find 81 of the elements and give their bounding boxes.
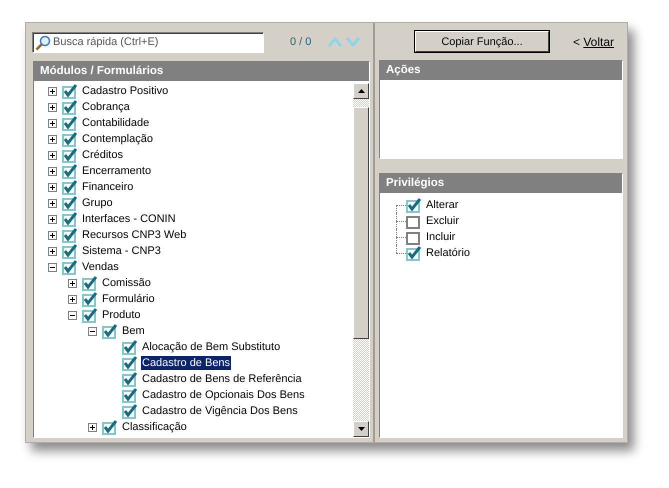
tree-item[interactable]: Encerramento bbox=[81, 164, 152, 178]
checkbox[interactable] bbox=[62, 228, 78, 242]
checkbox[interactable] bbox=[102, 324, 118, 338]
checkbox[interactable] bbox=[82, 308, 98, 322]
tree-item[interactable]: Grupo bbox=[81, 196, 114, 210]
tree-item[interactable]: Alocação de Bem Substituto bbox=[141, 340, 282, 354]
scroll-up-button[interactable] bbox=[353, 83, 369, 99]
expander-icon[interactable] bbox=[48, 230, 57, 240]
panel-header: Privilégios bbox=[380, 174, 622, 193]
tree-item[interactable]: Bem bbox=[121, 324, 146, 338]
tree-item[interactable]: Comissão bbox=[101, 276, 152, 290]
expander-icon[interactable] bbox=[48, 150, 57, 160]
tree-item[interactable]: Sistema - CNP3 bbox=[81, 244, 162, 258]
checkbox[interactable] bbox=[62, 84, 78, 98]
checkbox[interactable] bbox=[122, 404, 138, 418]
scrollbar-thumb[interactable] bbox=[353, 107, 369, 339]
checkbox[interactable] bbox=[62, 164, 78, 178]
privilege-label: Incluir bbox=[425, 230, 456, 244]
tree-item[interactable]: Cadastro de Bens de Referência bbox=[141, 372, 303, 386]
search-field[interactable]: Busca rápida (Ctrl+E) bbox=[32, 32, 264, 52]
expander-icon[interactable] bbox=[68, 278, 77, 288]
checkbox[interactable] bbox=[82, 276, 98, 290]
tree-item[interactable]: Cadastro de Bens bbox=[141, 356, 232, 370]
expander-icon[interactable] bbox=[48, 118, 57, 128]
arrow-up-icon bbox=[358, 89, 364, 93]
checkbox[interactable] bbox=[62, 116, 78, 130]
tree-item[interactable]: Créditos bbox=[81, 148, 124, 162]
checkbox[interactable] bbox=[406, 246, 422, 260]
expander-icon[interactable] bbox=[68, 294, 77, 304]
tree-item[interactable]: Cobrança bbox=[81, 100, 131, 114]
privilege-label: Excluir bbox=[425, 214, 460, 228]
expander-icon[interactable] bbox=[48, 214, 57, 224]
checkbox[interactable] bbox=[62, 100, 78, 114]
checkbox[interactable] bbox=[62, 180, 78, 194]
expander-icon[interactable] bbox=[48, 198, 57, 208]
back-link[interactable]: < Voltar bbox=[573, 34, 614, 48]
expander-icon[interactable] bbox=[68, 310, 77, 320]
tree-item[interactable]: Financeiro bbox=[81, 180, 134, 194]
expander-icon[interactable] bbox=[48, 166, 57, 176]
tree-item[interactable]: Cadastro de Opcionais Dos Bens bbox=[141, 388, 306, 402]
tree-item[interactable]: Interfaces - CONIN bbox=[81, 212, 177, 226]
checkbox[interactable] bbox=[122, 356, 138, 370]
checkbox[interactable] bbox=[122, 372, 138, 386]
expander-icon[interactable] bbox=[48, 86, 57, 96]
checkbox[interactable] bbox=[122, 340, 138, 354]
checkbox[interactable] bbox=[406, 230, 422, 244]
checkbox[interactable] bbox=[406, 214, 422, 228]
scroll-down-button[interactable] bbox=[353, 421, 369, 437]
checkbox[interactable] bbox=[406, 198, 422, 212]
tree-item[interactable]: Classificação bbox=[121, 420, 188, 434]
checkbox[interactable] bbox=[62, 244, 78, 258]
tree-item[interactable]: Contemplação bbox=[81, 132, 154, 146]
panel-header: Módulos / Formulários bbox=[34, 62, 369, 81]
checkbox[interactable] bbox=[62, 132, 78, 146]
checkbox[interactable] bbox=[62, 148, 78, 162]
panel-header: Ações bbox=[380, 61, 622, 80]
tree-item[interactable]: Vendas bbox=[81, 260, 120, 274]
expander-icon[interactable] bbox=[48, 262, 57, 272]
tree-item[interactable]: Cadastro de Vigência Dos Bens bbox=[141, 404, 299, 418]
tree-item[interactable]: Cadastro Positivo bbox=[81, 84, 170, 98]
arrow-down-icon bbox=[358, 427, 364, 431]
tree-item[interactable]: Formulário bbox=[101, 292, 156, 306]
tree-item[interactable]: Produto bbox=[101, 308, 142, 322]
tree-item[interactable]: Recursos CNP3 Web bbox=[81, 228, 188, 242]
expander-icon[interactable] bbox=[48, 182, 57, 192]
expander-icon[interactable] bbox=[48, 102, 57, 112]
expander-icon[interactable] bbox=[88, 422, 97, 432]
expander-icon[interactable] bbox=[48, 246, 57, 256]
privilege-label: Alterar bbox=[425, 198, 460, 212]
expander-icon[interactable] bbox=[48, 134, 57, 144]
privilege-label: Relatório bbox=[425, 246, 472, 260]
checkbox[interactable] bbox=[102, 420, 118, 434]
checkbox[interactable] bbox=[62, 196, 78, 210]
checkbox[interactable] bbox=[62, 260, 78, 274]
checkbox[interactable] bbox=[62, 212, 78, 226]
expander-icon[interactable] bbox=[88, 326, 97, 336]
checkbox[interactable] bbox=[82, 292, 98, 306]
copy-function-button[interactable]: Copiar Função... bbox=[415, 31, 549, 52]
tree-item[interactable]: Contabilidade bbox=[81, 116, 150, 130]
result-count: 0 / 0 bbox=[290, 36, 312, 48]
checkbox[interactable] bbox=[122, 388, 138, 402]
